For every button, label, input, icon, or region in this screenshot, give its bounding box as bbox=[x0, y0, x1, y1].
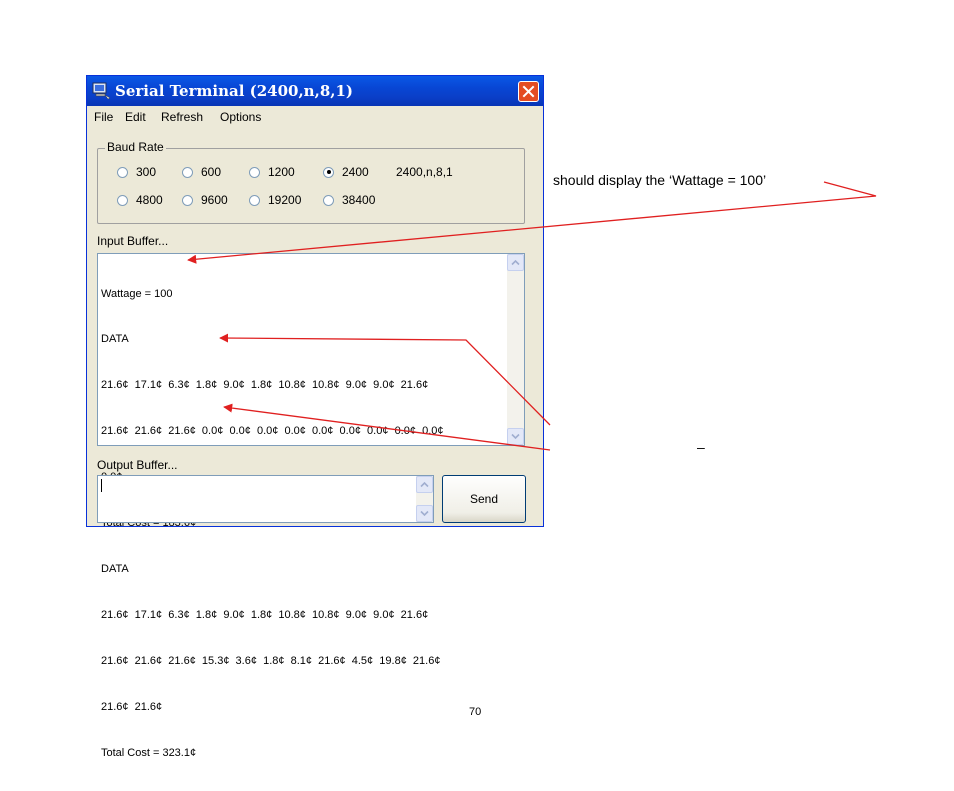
page-number: 70 bbox=[469, 706, 482, 718]
buffer-line: Total Cost = 323.1¢ bbox=[101, 746, 197, 759]
annotation-arrows bbox=[187, 181, 877, 451]
arrow-to-total-cost-2 bbox=[223, 403, 551, 451]
arrow-to-total-cost-1 bbox=[219, 333, 551, 426]
arrow-to-wattage bbox=[187, 181, 877, 264]
